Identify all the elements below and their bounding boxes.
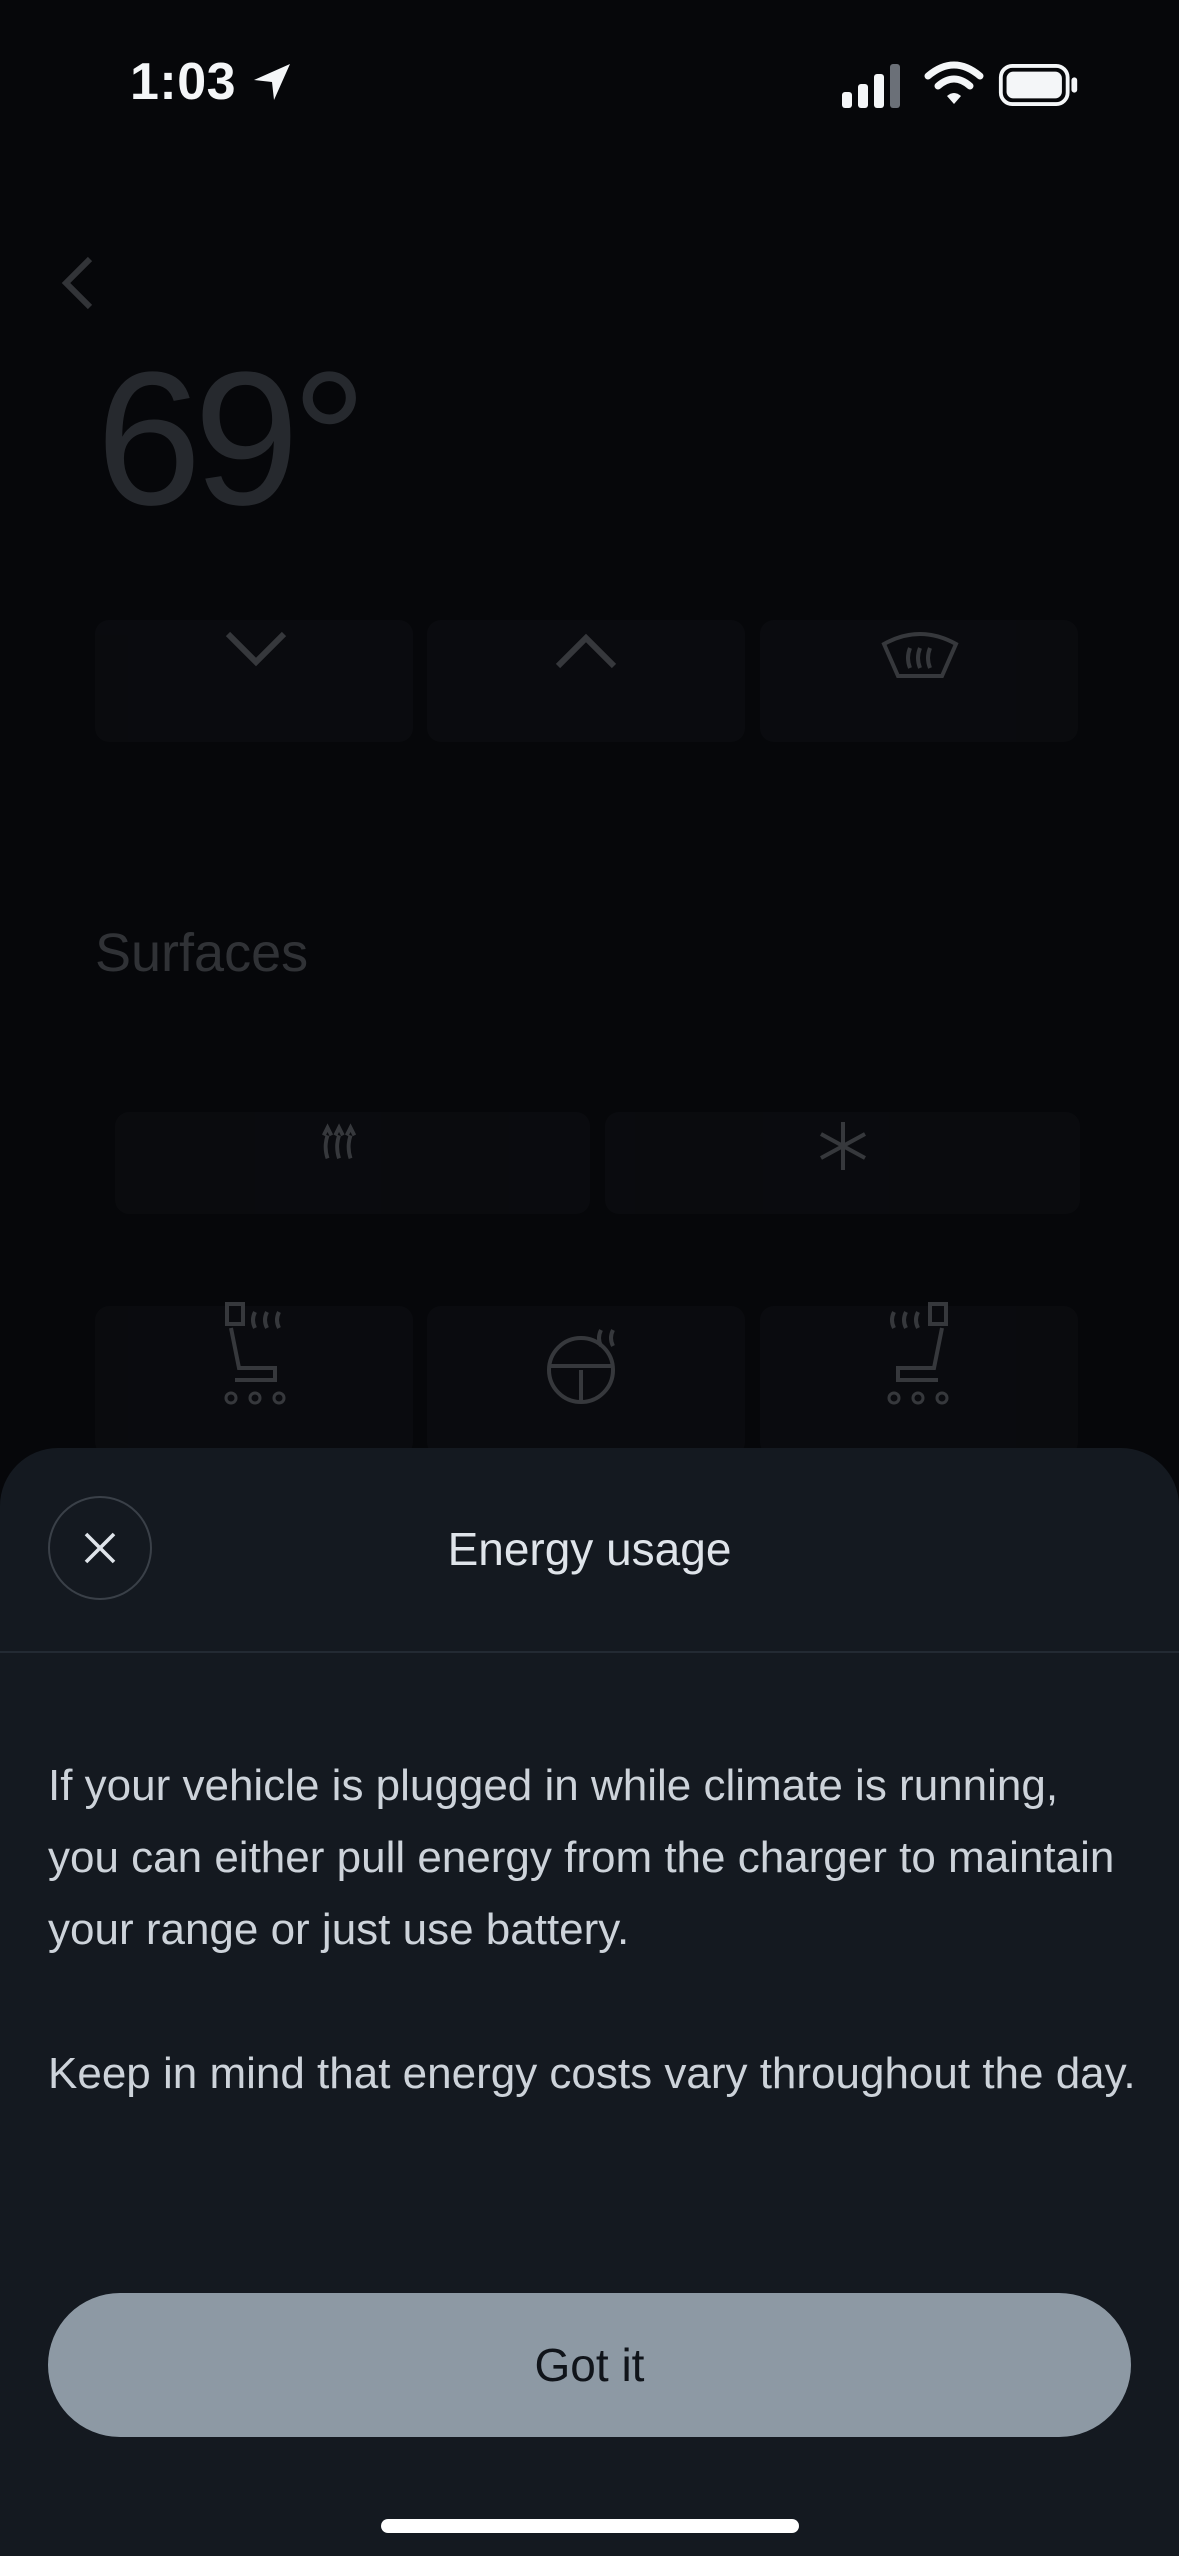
heated-seat-left-icon xyxy=(224,1302,286,1405)
got-it-button[interactable]: Got it xyxy=(48,2293,1131,2437)
back-chevron-icon xyxy=(61,256,93,310)
temperature-readout: 69° xyxy=(96,333,367,545)
divider xyxy=(0,1651,1179,1653)
heated-seat-right-icon xyxy=(887,1302,949,1405)
heated-steering-wheel-icon xyxy=(547,1329,615,1404)
info-paragraph-1: If your vehicle is plugged in while clim… xyxy=(48,1761,1115,1954)
defrost-button xyxy=(760,620,1078,742)
left-seat-heat-button xyxy=(95,1302,413,1456)
snowflake-icon xyxy=(820,1122,866,1170)
climate-screen-background: 69° Surfaces xyxy=(0,0,1179,1500)
steering-wheel-heat-button xyxy=(427,1306,745,1456)
chevron-up-icon xyxy=(555,633,617,669)
home-indicator[interactable] xyxy=(381,2519,799,2533)
chevron-down-icon xyxy=(225,631,287,667)
right-seat-heat-button xyxy=(760,1302,1078,1456)
sheet-title: Energy usage xyxy=(447,1523,732,1575)
temp-up-button xyxy=(427,620,745,742)
energy-usage-sheet: Energy usage If your vehicle is plugged … xyxy=(0,1448,1179,2556)
surface-cool-mode xyxy=(605,1112,1080,1214)
surfaces-title: Surfaces xyxy=(95,923,309,983)
info-paragraph-2: Keep in mind that energy costs vary thro… xyxy=(48,2049,1136,2098)
surface-heat-mode xyxy=(115,1112,590,1214)
defrost-icon xyxy=(881,632,959,678)
temp-down-button xyxy=(95,620,413,742)
heat-icon xyxy=(321,1123,357,1159)
